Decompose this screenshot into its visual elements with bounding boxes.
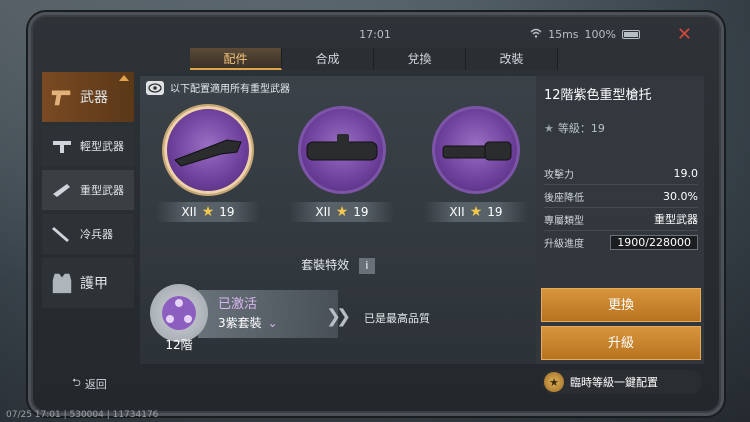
back-label: 返回 bbox=[84, 377, 107, 391]
stat-value: 19.0 bbox=[673, 166, 699, 180]
set-panel[interactable]: 已激活 3紫套裝 ⌄ bbox=[198, 290, 338, 338]
wifi-icon bbox=[530, 28, 542, 41]
star-icon: ★ bbox=[335, 204, 349, 220]
stat-row: 後座降低 30.0% bbox=[544, 185, 698, 208]
stat-row: 專屬類型 重型武器 bbox=[544, 208, 698, 231]
set-effects-header: 套裝特效 i bbox=[140, 256, 536, 274]
vest-icon bbox=[50, 271, 74, 295]
level-value: 19 bbox=[219, 205, 235, 219]
eye-icon[interactable] bbox=[146, 80, 164, 95]
stat-name: 後座降低 bbox=[544, 192, 584, 204]
sidebar-item-melee[interactable]: 冷兵器 bbox=[42, 214, 134, 254]
item-level: ★ 等級：19 bbox=[544, 120, 605, 136]
level-value: 19 bbox=[353, 205, 369, 219]
tier-label: XII bbox=[315, 205, 331, 219]
config-note-text: 以下配置適用所有重型武器 bbox=[170, 84, 290, 95]
part-slot-scope[interactable]: XII ★ 19 bbox=[290, 106, 394, 222]
part-tier: XII ★ 19 bbox=[290, 202, 394, 222]
sidebar-item-label: 冷兵器 bbox=[80, 228, 113, 241]
star-icon: ★ bbox=[201, 204, 215, 220]
double-chevron-icon: ❯❯ bbox=[326, 306, 351, 327]
item-level-text: 等級：19 bbox=[557, 122, 605, 135]
part-slot-stock[interactable]: XII ★ 19 bbox=[156, 106, 260, 222]
pistol-icon bbox=[50, 85, 74, 109]
part-slot-muzzle[interactable]: XII ★ 19 bbox=[424, 106, 528, 222]
sidebar-item-label: 武器 bbox=[80, 90, 108, 106]
parts-row: XII ★ 19 XII ★ 19 XII ★ 19 bbox=[150, 106, 530, 236]
close-button[interactable]: ✕ bbox=[677, 24, 692, 45]
star-icon: ★ bbox=[544, 121, 554, 135]
part-tier: XII ★ 19 bbox=[424, 202, 528, 222]
stock-icon bbox=[164, 106, 252, 194]
tab-modify[interactable]: 改裝 bbox=[466, 48, 558, 70]
tab-synthesis[interactable]: 合成 bbox=[282, 48, 374, 70]
stat-value: 重型武器 bbox=[654, 213, 698, 226]
star-icon: ★ bbox=[469, 204, 483, 220]
tab-accessories[interactable]: 配件 bbox=[190, 48, 282, 70]
tab-exchange[interactable]: 兌換 bbox=[374, 48, 466, 70]
muzzle-icon bbox=[432, 106, 520, 194]
level-value: 19 bbox=[487, 205, 503, 219]
sidebar-item-heavy-weapons[interactable]: 重型武器 bbox=[42, 170, 134, 210]
info-icon[interactable]: i bbox=[358, 257, 375, 274]
part-tier: XII ★ 19 bbox=[156, 202, 260, 222]
footer-info: 07/25 17:01 | 530004 | 11734176 bbox=[6, 410, 159, 420]
smg-icon bbox=[50, 134, 74, 158]
quick-config-button[interactable]: ★ 臨時等級一鍵配置 bbox=[542, 370, 702, 394]
tier-label: XII bbox=[181, 205, 197, 219]
heavy-weapon-icon bbox=[50, 178, 74, 202]
max-quality-text: 已是最高品質 bbox=[364, 312, 430, 325]
upgrade-button[interactable]: 升級 bbox=[541, 326, 701, 360]
stat-row: 升級進度 1900/228000 bbox=[544, 231, 698, 254]
set-count-row: 3紫套裝 ⌄ bbox=[218, 314, 338, 331]
sidebar-item-armor[interactable]: 護甲 bbox=[42, 258, 134, 308]
set-status: 已激活 bbox=[218, 297, 258, 312]
set-badge-label: 12階 bbox=[165, 338, 193, 352]
item-title: 12階紫色重型槍托 bbox=[544, 88, 652, 103]
star-badge-icon: ★ bbox=[544, 372, 564, 392]
chevron-down-icon: ⌄ bbox=[267, 315, 278, 330]
config-note: 以下配置適用所有重型武器 bbox=[146, 80, 290, 95]
back-button[interactable]: ⮌ 返回 bbox=[72, 374, 107, 393]
sidebar-item-label: 重型武器 bbox=[80, 184, 124, 197]
main-panel: 以下配置適用所有重型武器 XII ★ 19 XII ★ 19 XII ★ 19 … bbox=[140, 76, 536, 364]
sidebar-item-label: 輕型武器 bbox=[80, 140, 124, 153]
upgrade-progress: 1900/228000 bbox=[610, 235, 698, 250]
stat-row: 攻擊力 19.0 bbox=[544, 162, 698, 185]
stat-name: 升級進度 bbox=[544, 239, 584, 250]
expand-triangle-icon bbox=[119, 75, 129, 81]
back-arrow-icon: ⮌ bbox=[72, 376, 81, 389]
stat-name: 攻擊力 bbox=[544, 169, 574, 181]
sidebar: 武器 輕型武器 重型武器 冷兵器 護甲 bbox=[42, 72, 134, 308]
replace-button[interactable]: 更換 bbox=[541, 288, 701, 322]
set-badge bbox=[150, 284, 208, 342]
battery-icon bbox=[622, 30, 640, 39]
tier-label: XII bbox=[449, 205, 465, 219]
quick-config-label: 臨時等級一鍵配置 bbox=[570, 376, 658, 389]
set-count: 3紫套裝 bbox=[218, 316, 262, 330]
top-status-bar: 17:01 15ms 100% ✕ bbox=[40, 24, 710, 45]
sidebar-item-weapons[interactable]: 武器 bbox=[42, 72, 134, 122]
scope-icon bbox=[298, 106, 386, 194]
tab-bar: 配件 合成 兌換 改裝 bbox=[190, 48, 560, 70]
set-effects-title: 套裝特效 bbox=[301, 258, 350, 272]
sidebar-item-label: 護甲 bbox=[80, 276, 108, 292]
knife-icon bbox=[50, 222, 74, 246]
set-effect-row: 已激活 3紫套裝 ⌄ 12階 ❯❯ 已是最高品質 bbox=[150, 284, 480, 352]
ping-value: 15ms bbox=[548, 28, 579, 41]
stats-list: 攻擊力 19.0 後座降低 30.0% 專屬類型 重型武器 升級進度 1900/… bbox=[544, 162, 698, 254]
stat-name: 專屬類型 bbox=[544, 215, 584, 227]
sidebar-item-light-weapons[interactable]: 輕型武器 bbox=[42, 126, 134, 166]
battery-value: 100% bbox=[584, 28, 616, 41]
stat-value: 30.0% bbox=[663, 189, 698, 203]
status-indicators: 15ms 100% bbox=[530, 28, 640, 41]
